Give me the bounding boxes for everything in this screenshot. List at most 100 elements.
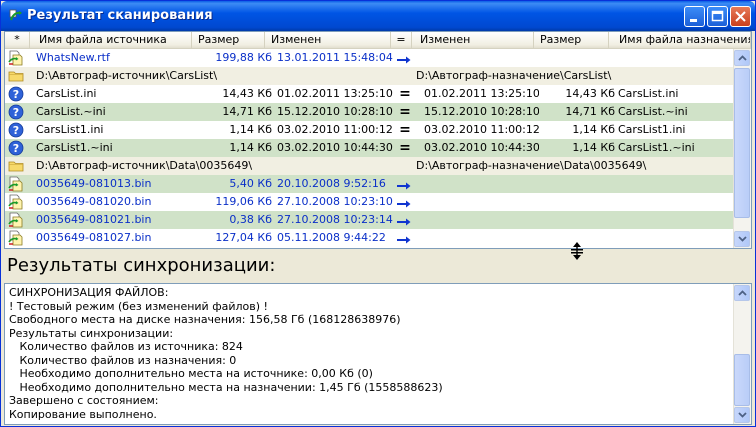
log-scrollbar[interactable] [733, 284, 751, 424]
chevron-up-icon [738, 290, 747, 296]
file-copy-icon [8, 176, 24, 192]
file-row[interactable]: ? CarsList.ini 14,43 Кб 01.02.2011 13:25:10… [5, 85, 734, 103]
source-file-date: 15.12.2010 10:28:10 [277, 105, 393, 118]
col-header-dst-size[interactable]: Размер [534, 32, 609, 48]
destination-file-date: 03.02.2010 11:00:12 [424, 123, 539, 136]
title-bar[interactable]: Результат сканирования [1, 1, 755, 31]
source-folder-path: D:\Автограф-источник\Data\0035649\ [36, 159, 253, 172]
folder-icon [8, 158, 24, 174]
source-file-name: CarsList1.ini [36, 123, 104, 136]
scroll-thumb[interactable] [734, 68, 750, 218]
destination-file-size: 1,14 Кб [572, 141, 615, 154]
col-header-src-size[interactable]: Размер [192, 32, 265, 48]
col-header-dst-date[interactable]: Изменен [412, 32, 534, 48]
file-row[interactable]: 0035649-081013.bin 5,40 Кб 20.10.2008 9:52… [5, 175, 734, 193]
col-header-compare[interactable]: = [391, 32, 412, 48]
source-file-date: 20.10.2008 9:52:16 [277, 177, 386, 190]
source-file-size: 14,71 Кб [222, 105, 272, 118]
destination-file-date [424, 211, 539, 229]
svg-text:?: ? [13, 88, 19, 101]
source-file-name: 0035649-081020.bin [36, 195, 152, 208]
minimize-icon [690, 19, 697, 22]
log-line: ! Тестовый режим (без изменений файлов) … [9, 299, 268, 313]
source-file-date: 03.02.2010 10:44:30 [277, 141, 393, 154]
results-heading: Результаты синхронизации: [7, 255, 276, 276]
file-copy-icon [8, 50, 24, 66]
destination-file-size: 1,14 Кб [572, 123, 615, 136]
file-row[interactable]: ? CarsList.~ini 14,71 Кб 15.12.2010 10:28:1… [5, 103, 734, 121]
file-row[interactable]: ? CarsList1.ini 1,14 Кб 03.02.2010 11:00:12… [5, 121, 734, 139]
list-rows: WhatsNew.rtf 199,88 Кб 13.01.2011 15:48:04… [5, 49, 734, 247]
app-icon [9, 9, 22, 21]
file-row[interactable]: 0035649-081027.bin 127,04 Кб 05.11.2008 9:… [5, 229, 734, 247]
destination-file-size: 14,71 Кб [565, 105, 615, 118]
splitter-resize-icon[interactable] [570, 241, 584, 261]
question-icon: ? [8, 140, 24, 156]
log-scroll-thumb[interactable] [734, 354, 750, 406]
source-file-date: 05.11.2008 9:44:22 [277, 231, 386, 244]
source-file-size: 127,04 Кб [215, 231, 272, 244]
destination-file-name [618, 193, 734, 211]
source-file-size: 5,40 Кб [229, 177, 272, 190]
log-line: Результаты синхронизации: [9, 326, 174, 340]
source-file-name: CarsList.~ini [36, 105, 106, 118]
equal-status: = [399, 122, 411, 138]
source-file-size: 0,38 Кб [229, 213, 272, 226]
chevron-up-icon [738, 55, 747, 61]
file-row[interactable]: ? CarsList1.~ini 1,14 Кб 03.02.2010 10:44:3… [5, 139, 734, 157]
destination-file-date [424, 229, 539, 247]
destination-file-size [535, 211, 615, 229]
destination-file-name [618, 211, 734, 229]
source-file-size: 1,14 Кб [229, 141, 272, 154]
file-copy-icon [8, 194, 24, 210]
file-row[interactable]: 0035649-081021.bin 0,38 Кб 27.10.2008 10:2… [5, 211, 734, 229]
destination-file-date [424, 49, 539, 67]
scan-results-list[interactable]: * Имя файла источника Размер Изменен = И… [4, 31, 752, 249]
folder-row[interactable]: D:\Автограф-источник\CarsList\ D:\Автогра… [5, 67, 734, 85]
source-file-date: 13.01.2011 15:48:04 [277, 51, 393, 64]
copy-arrow-icon [397, 198, 411, 211]
col-header-mark[interactable]: * [5, 32, 30, 48]
destination-file-date: 01.02.2011 13:25:10 [424, 87, 539, 100]
close-icon [735, 11, 746, 22]
destination-folder-path: D:\Автограф-назначение\Data\0035649\ [416, 159, 647, 172]
col-header-dst-name[interactable]: Имя файла назначения [609, 32, 751, 48]
col-header-src-date[interactable]: Изменен [265, 32, 391, 48]
scroll-down-button[interactable] [734, 231, 750, 247]
destination-folder-path: D:\Автограф-назначение\CarsList\ [416, 69, 612, 82]
svg-text:?: ? [13, 142, 19, 155]
file-row[interactable]: 0035649-081020.bin 119,06 Кб 27.10.2008 10… [5, 193, 734, 211]
main-window: Результат сканирования * Имя файла источ… [0, 0, 756, 427]
chevron-down-icon [738, 412, 747, 418]
svg-text:?: ? [13, 124, 19, 137]
svg-text:?: ? [13, 106, 19, 119]
question-icon: ? [8, 122, 24, 138]
log-line: Копирование выполнено. [9, 407, 157, 421]
source-folder-path: D:\Автограф-источник\CarsList\ [36, 69, 218, 82]
results-log[interactable]: СИНХРОНИЗАЦИЯ ФАЙЛОВ:! Тестовый режим (б… [4, 283, 752, 425]
destination-file-date [424, 193, 539, 211]
log-scroll-up-button[interactable] [734, 285, 750, 301]
scroll-up-button[interactable] [734, 50, 750, 66]
folder-row[interactable]: D:\Автограф-источник\Data\0035649\ D:\Авт… [5, 157, 734, 175]
client-area: * Имя файла источника Размер Изменен = И… [4, 31, 752, 425]
copy-arrow-icon [397, 180, 411, 193]
copy-arrow-icon [397, 216, 411, 229]
copy-arrow-icon [397, 54, 411, 67]
source-file-size: 199,88 Кб [215, 51, 272, 64]
close-button[interactable] [730, 6, 751, 27]
source-file-date: 01.02.2011 13:25:10 [277, 87, 393, 100]
source-file-name: 0035649-081021.bin [36, 213, 152, 226]
file-row[interactable]: WhatsNew.rtf 199,88 Кб 13.01.2011 15:48:04 [5, 49, 734, 67]
window-title: Результат сканирования [27, 8, 213, 23]
chevron-down-icon [738, 236, 747, 242]
log-scroll-down-button[interactable] [734, 407, 750, 423]
log-line: Количество файлов из назначения: 0 [9, 353, 237, 367]
list-scrollbar[interactable] [733, 49, 751, 248]
log-line: Количество файлов из источника: 824 [9, 340, 243, 353]
minimize-button[interactable] [684, 6, 705, 27]
maximize-button[interactable] [707, 6, 728, 27]
source-file-size: 1,14 Кб [229, 123, 272, 136]
log-line: Необходимо дополнительно места на источн… [9, 367, 373, 380]
col-header-src-name[interactable]: Имя файла источника [30, 32, 192, 48]
